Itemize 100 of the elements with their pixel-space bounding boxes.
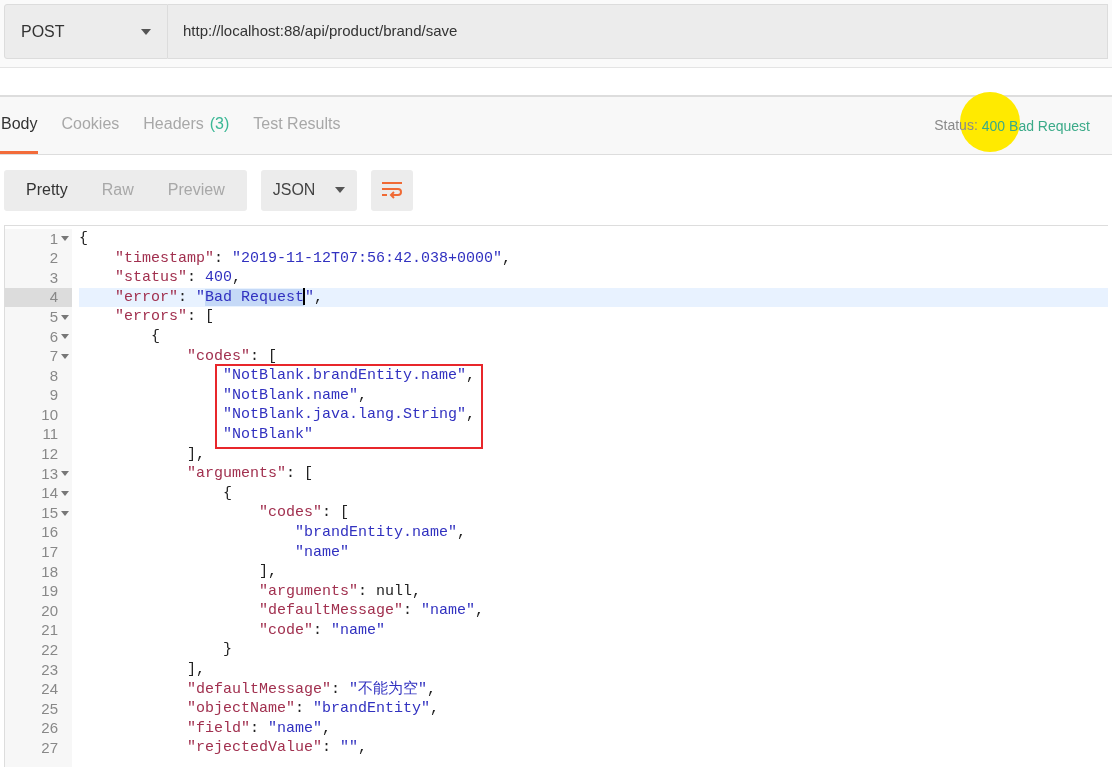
json-key: "timestamp" [115, 249, 215, 267]
json-punctuation: ], [259, 563, 278, 581]
json-string: "name" [421, 602, 476, 620]
json-string: "NotBlank.brandEntity.name" [223, 367, 467, 385]
line-number: 10 [41, 404, 58, 425]
json-punctuation: , [475, 602, 485, 620]
json-punctuation: : [295, 700, 306, 718]
line-number: 17 [41, 542, 58, 563]
json-string: "name" [268, 719, 323, 737]
json-key: "status" [115, 269, 188, 287]
json-punctuation: : [322, 739, 333, 757]
line-number: 8 [49, 365, 58, 386]
json-punctuation: , [314, 288, 324, 306]
json-punctuation: : [403, 602, 414, 620]
line-number: 1 [49, 228, 58, 249]
json-key: "arguments" [187, 465, 287, 483]
json-string: "NotBlank" [223, 425, 314, 443]
wrap-lines-button[interactable] [371, 169, 414, 211]
json-punctuation: : [250, 719, 261, 737]
caret-icon [335, 187, 346, 193]
json-punctuation: : [214, 249, 225, 267]
json-punctuation: , [358, 386, 368, 404]
json-key: "field" [187, 719, 251, 737]
line-number: 3 [49, 267, 58, 288]
fold-caret-icon[interactable] [61, 334, 69, 340]
caret-icon [141, 28, 151, 35]
line-number: 20 [41, 600, 58, 621]
json-punctuation: } [223, 641, 233, 659]
json-punctuation: , [466, 367, 476, 385]
json-string: "NotBlank.name" [223, 386, 359, 404]
line-number: 6 [49, 326, 58, 347]
json-key: "errors" [115, 308, 188, 326]
json-string: "NotBlank.java.lang.String" [223, 406, 467, 424]
json-string: " [196, 288, 206, 306]
json-number: 400 [205, 269, 233, 287]
json-string: "" [340, 739, 359, 757]
line-number: 11 [42, 424, 58, 445]
json-string: " [305, 288, 315, 306]
json-key: "arguments" [259, 582, 359, 600]
wrap-lines-icon [381, 181, 404, 199]
json-key: "defaultMessage" [259, 602, 404, 620]
line-number: 16 [41, 522, 58, 543]
line-number: 19 [41, 581, 58, 602]
json-punctuation: : [187, 269, 198, 287]
fold-caret-icon[interactable] [61, 353, 69, 359]
line-number: 7 [49, 346, 58, 367]
json-punctuation: : [ [322, 504, 350, 522]
json-string: "2019-11-12T07:56:42.038+0000" [232, 249, 503, 267]
json-punctuation: : [178, 288, 189, 306]
line-number: 4 [49, 287, 58, 308]
line-number: 13 [41, 463, 58, 484]
json-punctuation: , [430, 700, 440, 718]
line-number: 15 [41, 502, 58, 523]
json-key: "code" [259, 621, 314, 639]
fold-caret-icon[interactable] [61, 491, 69, 496]
json-punctuation: , [232, 269, 242, 287]
json-punctuation: { [79, 230, 88, 247]
json-punctuation: , [322, 719, 332, 737]
json-punctuation: : [313, 621, 324, 639]
line-number: 2 [49, 248, 58, 269]
json-key: "objectName" [187, 700, 296, 718]
json-punctuation: , [502, 249, 512, 267]
line-number: 9 [49, 385, 58, 406]
url-field[interactable]: http://localhost:88/api/product/brand/save [168, 4, 1108, 59]
json-punctuation: ], [187, 445, 206, 463]
line-number: 12 [41, 444, 58, 465]
view-mode-tab[interactable]: Pretty [9, 169, 85, 211]
line-number: 24 [41, 679, 58, 700]
json-key: "error" [115, 288, 179, 306]
selected-text: Bad Request [205, 288, 305, 306]
line-number: 18 [41, 561, 58, 582]
json-punctuation: , [457, 523, 467, 541]
json-punctuation: , [466, 406, 476, 424]
fold-caret-icon[interactable] [61, 471, 69, 477]
json-key: "rejectedValue" [187, 739, 323, 757]
json-string: "name" [331, 621, 386, 639]
json-punctuation: , [358, 739, 368, 757]
json-punctuation: : null, [358, 582, 422, 600]
line-number: 14 [41, 483, 58, 504]
fold-caret-icon[interactable] [61, 510, 69, 516]
json-punctuation: : [331, 680, 342, 698]
response-tab[interactable]: Body [0, 97, 39, 154]
json-key: "codes" [259, 504, 323, 522]
line-number: 23 [41, 659, 58, 680]
fold-caret-icon[interactable] [61, 236, 69, 242]
json-string: "brandEntity.name" [295, 523, 458, 541]
json-punctuation: , [427, 680, 437, 698]
json-string: "brandEntity" [313, 700, 431, 718]
line-number: 5 [49, 306, 58, 327]
json-punctuation: { [151, 327, 161, 345]
fold-caret-icon[interactable] [61, 314, 69, 320]
json-punctuation: ], [187, 661, 206, 679]
json-punctuation: { [223, 484, 233, 502]
json-string: "不能为空" [349, 680, 428, 698]
json-punctuation: : [ [286, 465, 314, 483]
method-select[interactable]: POST [4, 4, 168, 59]
format-select[interactable]: JSON [260, 169, 358, 211]
text-cursor [303, 288, 306, 306]
line-number: 26 [41, 718, 58, 739]
line-number: 22 [41, 640, 58, 660]
